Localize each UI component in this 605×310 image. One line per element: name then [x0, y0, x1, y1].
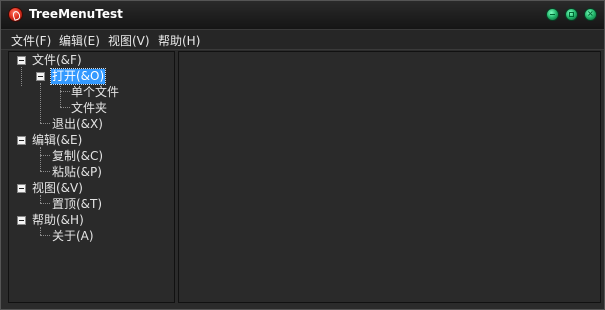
menu-view[interactable]: 视图(V)	[108, 32, 150, 49]
tree-connector	[21, 67, 22, 86]
menu-help[interactable]: 帮助(H)	[158, 32, 200, 49]
tree-connector	[40, 83, 41, 123]
tree-view[interactable]: 文件(&F) 打开(&O) 单个文件 文件夹 退出(&X) 编辑(&E) 复制(…	[8, 51, 175, 303]
tree-node-edit[interactable]: 编辑(&E)	[32, 133, 82, 148]
tree-connector	[40, 195, 41, 203]
title-bar[interactable]: TreeMenuTest ×	[1, 1, 604, 30]
tree-connector	[60, 107, 70, 108]
content-panel	[178, 51, 601, 303]
tree-node-copy[interactable]: 复制(&C)	[52, 149, 103, 164]
tree-connector	[60, 91, 70, 92]
collapse-toggle-icon[interactable]	[36, 72, 45, 81]
menu-file[interactable]: 文件(F)	[11, 32, 51, 49]
tree-node-view[interactable]: 视图(&V)	[32, 181, 83, 196]
tree-node-open[interactable]: 打开(&O)	[49, 68, 107, 85]
collapse-toggle-icon[interactable]	[17, 136, 26, 145]
tree-node-top[interactable]: 置顶(&T)	[52, 197, 102, 212]
close-button[interactable]: ×	[584, 8, 597, 21]
tree-connector	[40, 147, 41, 171]
close-icon: ×	[587, 9, 594, 18]
menu-bar: 文件(F) 编辑(E) 视图(V) 帮助(H)	[1, 30, 604, 50]
tree-node-file[interactable]: 文件(&F)	[32, 53, 82, 68]
tree-node-exit[interactable]: 退出(&X)	[52, 117, 103, 132]
app-logo-icon	[8, 7, 23, 22]
menu-edit[interactable]: 编辑(E)	[59, 32, 100, 49]
tree-connector	[40, 123, 50, 124]
minimize-icon	[550, 14, 555, 15]
tree-node-help[interactable]: 帮助(&H)	[32, 213, 84, 228]
tree-connector	[40, 227, 41, 235]
minimize-button[interactable]	[546, 8, 559, 21]
window-title: TreeMenuTest	[29, 7, 123, 21]
collapse-toggle-icon[interactable]	[17, 216, 26, 225]
tree-connector	[60, 83, 61, 107]
tree-connector	[40, 171, 50, 172]
tree-node-single-file[interactable]: 单个文件	[71, 85, 119, 100]
collapse-toggle-icon[interactable]	[17, 56, 26, 65]
tree-node-paste[interactable]: 粘贴(&P)	[52, 165, 102, 180]
maximize-icon	[569, 12, 574, 17]
tree-connector	[40, 155, 50, 156]
tree-node-folder[interactable]: 文件夹	[71, 101, 107, 116]
app-window: TreeMenuTest × 文件(F) 编辑(E) 视图(V) 帮助(H) 文…	[0, 0, 605, 310]
maximize-button[interactable]	[565, 8, 578, 21]
tree-connector	[40, 235, 50, 236]
tree-node-about[interactable]: 关于(A)	[52, 229, 94, 244]
collapse-toggle-icon[interactable]	[17, 184, 26, 193]
tree-connector	[40, 203, 50, 204]
